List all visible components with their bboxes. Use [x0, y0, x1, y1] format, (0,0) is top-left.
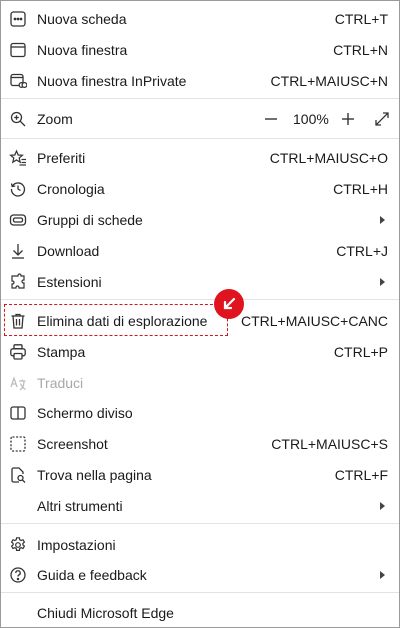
menu-item-favorites[interactable]: Preferiti CTRL+MAIUSC+O [1, 142, 399, 173]
zoom-out-button[interactable] [262, 110, 280, 128]
menu-item-zoom: Zoom 100% [1, 103, 399, 134]
zoom-icon [9, 110, 27, 128]
menu-item-label: Download [37, 242, 100, 259]
arrow-badge-icon [214, 289, 244, 319]
menu-item-label: Chiudi Microsoft Edge [37, 604, 174, 621]
submenu-arrow-icon [380, 501, 385, 510]
submenu-arrow-icon [380, 215, 385, 224]
menu-item-find-on-page[interactable]: Trova nella pagina CTRL+F [1, 459, 399, 490]
shortcut-text: CTRL+F [334, 466, 388, 483]
menu-item-label: Cronologia [37, 180, 105, 197]
menu-item-close-edge[interactable]: Chiudi Microsoft Edge [1, 597, 399, 628]
menu-item-label: Screenshot [37, 435, 108, 452]
shortcut-text: CTRL+H [333, 180, 388, 197]
shortcut-text: CTRL+MAIUSC+S [271, 435, 388, 452]
menu-item-label: Altri strumenti [37, 497, 123, 514]
menu-item-label: Traduci [37, 374, 84, 391]
menu-item-settings[interactable]: Impostazioni [1, 529, 399, 560]
submenu-arrow-icon [380, 277, 385, 286]
menu-item-translate: Traduci [1, 367, 399, 398]
inprivate-window-icon [9, 72, 27, 90]
separator [1, 592, 399, 593]
settings-icon [9, 536, 27, 554]
shortcut-text: CTRL+MAIUSC+N [270, 72, 388, 89]
menu-item-label: Nuova scheda [37, 10, 127, 27]
separator [1, 138, 399, 139]
menu-item-label: Nuova finestra InPrivate [37, 72, 187, 89]
shortcut-text: CTRL+P [333, 343, 388, 360]
zoom-in-button[interactable] [339, 110, 357, 128]
print-icon [9, 343, 27, 361]
menu-item-split-screen[interactable]: Schermo diviso [1, 397, 399, 428]
find-on-page-icon [9, 466, 27, 484]
edge-settings-menu: Nuova scheda CTRL+T Nuova finestra CTRL+… [0, 0, 400, 628]
menu-item-new-tab[interactable]: Nuova scheda CTRL+T [1, 3, 399, 34]
menu-item-label: Preferiti [37, 149, 86, 166]
menu-item-label: Stampa [37, 343, 86, 360]
highlight-box [4, 304, 228, 336]
screenshot-icon [9, 435, 27, 453]
favorites-icon [9, 148, 27, 167]
submenu-arrow-icon [380, 570, 385, 579]
menu-item-print[interactable]: Stampa CTRL+P [1, 336, 399, 367]
separator [1, 98, 399, 99]
menu-item-label: Zoom [37, 110, 73, 127]
menu-item-history[interactable]: Cronologia CTRL+H [1, 173, 399, 204]
menu-item-label: Estensioni [37, 273, 102, 290]
menu-item-label: Trova nella pagina [37, 466, 152, 483]
menu-item-label: Gruppi di schede [37, 211, 143, 228]
menu-item-extensions[interactable]: Estensioni [1, 266, 399, 297]
new-window-icon [9, 41, 27, 59]
menu-item-label: Guida e feedback [37, 566, 147, 583]
help-icon [9, 566, 27, 584]
menu-item-tab-groups[interactable]: Gruppi di schede [1, 204, 399, 235]
menu-item-new-window[interactable]: Nuova finestra CTRL+N [1, 34, 399, 65]
new-tab-icon [9, 10, 27, 28]
extensions-icon [9, 272, 27, 291]
menu-item-screenshot[interactable]: Screenshot CTRL+MAIUSC+S [1, 428, 399, 459]
menu-item-new-inprivate[interactable]: Nuova finestra InPrivate CTRL+MAIUSC+N [1, 65, 399, 96]
download-icon [9, 242, 27, 260]
translate-icon [9, 374, 27, 392]
separator [1, 299, 399, 300]
menu-item-label: Schermo diviso [37, 404, 133, 421]
shortcut-text: CTRL+MAIUSC+CANC [240, 312, 388, 329]
shortcut-text: CTRL+J [336, 242, 388, 259]
menu-item-downloads[interactable]: Download CTRL+J [1, 235, 399, 266]
menu-item-label: Nuova finestra [37, 41, 128, 58]
shortcut-text: CTRL+N [333, 41, 388, 58]
separator [1, 523, 399, 524]
menu-item-label: Impostazioni [37, 536, 116, 553]
shortcut-text: CTRL+T [334, 10, 388, 27]
zoom-level: 100% [293, 110, 329, 127]
fullscreen-icon[interactable] [373, 110, 391, 128]
tab-groups-icon [9, 211, 27, 229]
menu-item-more-tools[interactable]: Altri strumenti [1, 490, 399, 521]
shortcut-text: CTRL+MAIUSC+O [269, 149, 388, 166]
menu-item-help-feedback[interactable]: Guida e feedback [1, 559, 399, 590]
history-icon [9, 180, 27, 198]
split-screen-icon [9, 404, 27, 422]
